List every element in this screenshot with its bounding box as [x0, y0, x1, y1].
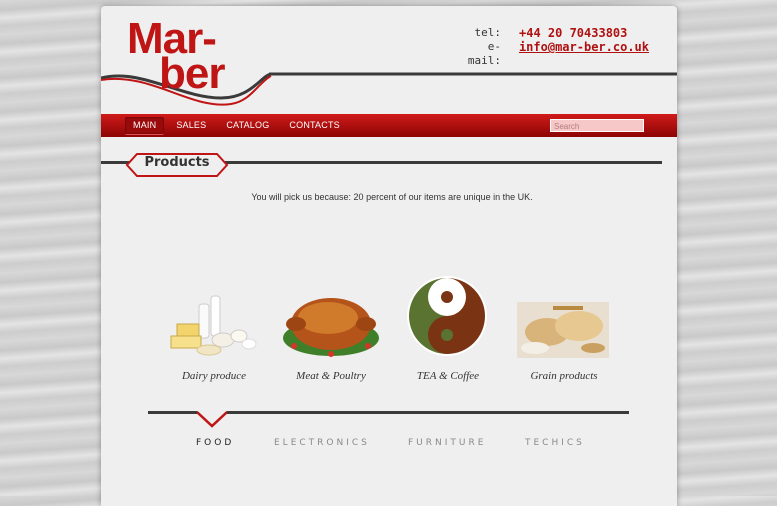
- product-card-grain[interactable]: Grain products: [509, 276, 619, 382]
- nav-item-sales[interactable]: SALES: [168, 117, 214, 134]
- page-container: Mar- ber tel: +44 20 70433803 e-mail: in…: [100, 6, 677, 506]
- nav-item-contacts[interactable]: CONTACTS: [281, 117, 347, 134]
- nav-item-catalog[interactable]: CATALOG: [218, 117, 277, 134]
- section-heading: Products: [101, 152, 677, 178]
- product-card-meat[interactable]: Meat & Poultry: [276, 276, 386, 382]
- tab-electronics[interactable]: ELECTRONICS: [274, 438, 370, 448]
- contact-info: tel: +44 20 70433803 e-mail: info@mar-be…: [455, 26, 649, 68]
- tel-value[interactable]: +44 20 70433803: [519, 26, 649, 40]
- bread-grain-image: [517, 302, 609, 358]
- section-title: Products: [144, 155, 210, 170]
- tab-techics[interactable]: TECHICS: [525, 438, 585, 448]
- active-tab-indicator: [197, 411, 227, 428]
- product-card-tea-coffee[interactable]: TEA & Coffee: [393, 276, 503, 382]
- email-link[interactable]: info@mar-ber.co.uk: [519, 40, 649, 68]
- product-caption[interactable]: Meat & Poultry: [276, 370, 386, 382]
- product-caption[interactable]: TEA & Coffee: [393, 370, 503, 382]
- product-caption[interactable]: Grain products: [509, 370, 619, 382]
- dairy-image: [170, 295, 257, 356]
- tea-coffee-image: [407, 276, 487, 356]
- tab-food[interactable]: FOOD: [196, 438, 234, 448]
- product-caption[interactable]: Dairy produce: [159, 370, 269, 382]
- email-label: e-mail:: [467, 40, 501, 67]
- tagline-text: You will pick us because: 20 percent of …: [251, 192, 533, 202]
- main-nav: MAIN SALES CATALOG CONTACTS Search: [101, 114, 677, 137]
- tab-furniture[interactable]: FURNITURE: [408, 438, 486, 448]
- product-card-dairy[interactable]: Dairy produce: [159, 276, 269, 382]
- search-input[interactable]: Search: [550, 119, 644, 132]
- nav-item-main[interactable]: MAIN: [125, 117, 165, 135]
- roast-poultry-image: [283, 298, 379, 357]
- tel-label: tel:: [474, 26, 502, 39]
